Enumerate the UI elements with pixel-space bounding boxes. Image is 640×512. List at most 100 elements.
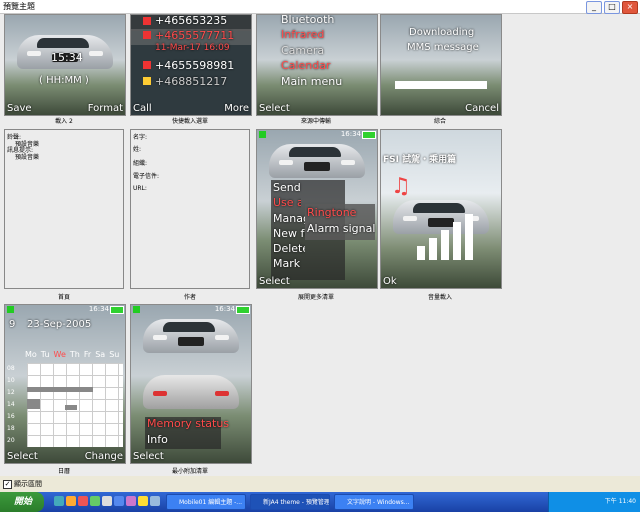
window-buttons: _ □ × xyxy=(586,1,638,14)
taskbar-task[interactable]: 文字說明 - Windows... xyxy=(334,494,414,510)
cell-caption: 日曆 xyxy=(57,468,70,475)
quicklaunch-icon[interactable] xyxy=(66,496,76,506)
phone-icon xyxy=(143,61,151,69)
signal-icon xyxy=(7,306,14,313)
hour-label: 14 xyxy=(7,401,15,408)
cell-caption: 載入 2 xyxy=(55,118,73,125)
progress-bar xyxy=(395,81,487,89)
menu-item[interactable]: Use as xyxy=(273,196,301,209)
clock-text: 15:34 xyxy=(51,51,83,64)
menu-item[interactable]: Infrared xyxy=(281,28,324,41)
softkey-left[interactable]: Call xyxy=(133,103,152,114)
quicklaunch-icon[interactable] xyxy=(138,496,148,506)
preview-downloading[interactable]: Downloading MMS message Cancel xyxy=(380,14,502,116)
car-image xyxy=(269,144,365,178)
softkey-right[interactable]: Format xyxy=(88,103,123,114)
preview-more-menu[interactable]: 16:34 Send Use as Manage New folder Dele… xyxy=(256,129,378,289)
volume-bar xyxy=(441,230,449,260)
start-button[interactable]: 開始 xyxy=(0,492,44,512)
menu-item[interactable]: Mark xyxy=(273,257,305,270)
taskbar-task[interactable]: 新JA4 theme - 預覽管理 xyxy=(250,494,330,510)
quicklaunch-icon[interactable] xyxy=(114,496,124,506)
softkey-left[interactable]: Select xyxy=(259,103,290,114)
author-field: URL: xyxy=(133,185,147,192)
signal-icon xyxy=(259,131,266,138)
softkey-left[interactable]: Ok xyxy=(383,276,397,287)
show-area-checkbox[interactable]: ✓ 顯示區間 xyxy=(3,479,42,489)
window-titlebar: 預覽主題 _ □ × xyxy=(0,0,640,14)
quicklaunch-icon[interactable] xyxy=(126,496,136,506)
signal-icon xyxy=(133,306,140,313)
checkbox-label: 顯示區間 xyxy=(14,480,42,488)
volume-header: FSI 試駕・乘用篇 xyxy=(383,155,457,165)
hour-label: 10 xyxy=(7,377,15,384)
menu-item[interactable]: Send xyxy=(273,181,301,194)
minimize-button[interactable]: _ xyxy=(586,1,602,14)
author-field: 電子信件: xyxy=(133,173,160,180)
softkey-right[interactable]: More xyxy=(224,103,249,114)
phone-icon xyxy=(143,31,151,39)
softkey-left[interactable]: Save xyxy=(7,103,32,114)
menu-item[interactable]: Calendar xyxy=(281,59,330,72)
menu-item[interactable]: Delete xyxy=(273,242,305,255)
volume-bar xyxy=(429,238,437,260)
menu-item[interactable]: Memory status xyxy=(147,417,229,430)
call-number: +468851217 xyxy=(155,75,228,88)
menu-item[interactable]: Manage xyxy=(273,212,305,225)
format-hint: ( HH:MM ) xyxy=(39,75,89,86)
preview-save-format[interactable]: 15:34 ( HH:MM ) Save Format xyxy=(4,14,126,116)
window-title: 預覽主題 xyxy=(3,2,35,11)
menu-item[interactable]: Main menu xyxy=(281,75,342,88)
cell-caption: 綜合 xyxy=(433,118,446,125)
author-field: 姓: xyxy=(133,146,142,153)
submenu-item[interactable]: Alarm signal xyxy=(307,222,375,235)
download-text: Downloading xyxy=(409,27,475,38)
softkey-right[interactable]: Change xyxy=(85,451,123,462)
battery-icon xyxy=(362,131,376,139)
hour-label: 08 xyxy=(7,365,15,372)
car-image xyxy=(143,319,239,353)
preview-calendar[interactable]: 16:34 9 23-Sep-2005 Mo Tu We Th Fr Sa Su… xyxy=(4,304,126,464)
submenu-item[interactable]: Ringtone xyxy=(307,206,356,219)
status-time: 16:34 xyxy=(88,305,109,313)
softkey-right[interactable]: Cancel xyxy=(465,103,499,114)
tray-clock[interactable]: 下午 11:40 xyxy=(605,498,636,505)
cell-caption: 來源中傳輸 xyxy=(300,118,331,125)
quicklaunch-icon[interactable] xyxy=(54,496,64,506)
car-image xyxy=(393,200,489,234)
menu-item[interactable]: New folder xyxy=(273,227,305,240)
weekday-label: Tu xyxy=(40,350,50,359)
quicklaunch-icon[interactable] xyxy=(150,496,160,506)
menu-item[interactable]: Camera xyxy=(281,44,324,57)
call-number: +465653235 xyxy=(155,14,228,27)
softkey-left[interactable]: Select xyxy=(7,451,38,462)
author-info-panel: 名字: 姓: 組織: 電子信件: URL: xyxy=(130,129,250,289)
maximize-button[interactable]: □ xyxy=(604,1,620,14)
cell-caption: 快捷載入選單 xyxy=(171,118,208,125)
hour-label: 20 xyxy=(7,437,15,444)
music-note-icon: ♫ xyxy=(391,174,411,199)
call-number: +4655598981 xyxy=(155,59,235,72)
weekday-row: Mo Tu We Th Fr Sa Su xyxy=(25,350,119,359)
system-tray: 下午 11:40 xyxy=(548,492,640,512)
weekday-label: Mo xyxy=(25,350,37,359)
weekday-label: Fr xyxy=(83,350,92,359)
close-button[interactable]: × xyxy=(622,1,638,14)
preview-volume[interactable]: FSI 試駕・乘用篇 ♫ Ok xyxy=(380,129,502,289)
quicklaunch-icon[interactable] xyxy=(78,496,88,506)
menu-item[interactable]: Bluetooth xyxy=(281,15,334,26)
quicklaunch-icon[interactable] xyxy=(102,496,112,506)
event-block xyxy=(65,405,77,410)
menu-item[interactable]: Info xyxy=(147,433,168,446)
preview-source-menu[interactable]: Bluetooth Infrared Camera Calendar Main … xyxy=(256,14,378,116)
preview-mini-list[interactable]: 16:34 Memory status Info Select xyxy=(130,304,252,464)
softkey-left[interactable]: Select xyxy=(133,451,164,462)
battery-icon xyxy=(236,306,250,314)
softkey-left[interactable]: Select xyxy=(259,276,290,287)
preview-call-list[interactable]: +465653235 +4655577711 11-Mar-17 16:09 +… xyxy=(130,14,252,116)
hour-label: 16 xyxy=(7,413,15,420)
taskbar-task[interactable]: Mobile01 編輯主題 -... xyxy=(166,494,246,510)
checkbox-box[interactable]: ✓ xyxy=(3,479,12,489)
quicklaunch-icon[interactable] xyxy=(90,496,100,506)
event-block xyxy=(27,387,93,392)
